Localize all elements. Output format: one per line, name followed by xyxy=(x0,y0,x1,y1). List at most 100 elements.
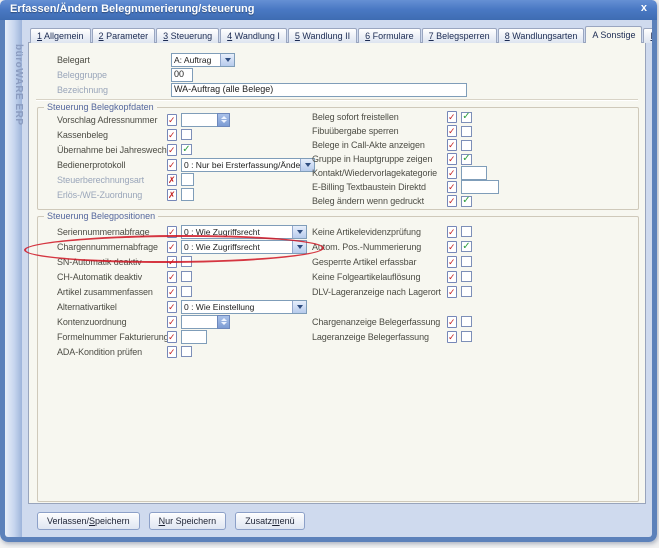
tab-label: Formulare xyxy=(370,31,414,41)
e-billing-textbaustein-direktd-input[interactable] xyxy=(461,180,499,194)
tab-d-wfl-tb[interactable]: D WFL/TB xyxy=(643,28,657,43)
beleggruppe-label: Beleggruppe xyxy=(57,70,171,80)
edit-allowed-icon: ✓ xyxy=(447,331,457,343)
spin-updown-icon[interactable] xyxy=(217,113,230,127)
gesperrte-artikel-erfassbar-label: Gesperrte Artikel erfassbar xyxy=(312,257,447,267)
form-row: Lageranzeige Belegerfassung✓ xyxy=(312,329,634,344)
form-row: Chargenanzeige Belegerfassung✓ xyxy=(312,314,634,329)
lageranzeige-belegerfassung-checkbox[interactable] xyxy=(461,331,472,342)
tab-3-steuerung[interactable]: 3 Steuerung xyxy=(156,28,219,43)
kontakt-wiedervorlagekategorie-input[interactable] xyxy=(461,166,487,180)
formelnummer-fakturierung-input[interactable] xyxy=(181,330,207,344)
beleg-andern-wenn-gedruckt-checkbox[interactable]: ✓ xyxy=(461,196,472,207)
keine-artikelevidenzprufung-checkbox[interactable] xyxy=(461,226,472,237)
status-mark: ✓ xyxy=(168,271,176,283)
status-mark: ✓ xyxy=(168,256,176,268)
status-mark: ✓ xyxy=(168,144,176,156)
screen: Erfassen/Ändern Belegnumerierung/steueru… xyxy=(0,0,659,548)
ch-automatik-deaktiv-label: CH-Automatik deaktiv xyxy=(57,272,167,282)
chargennummernabfrage-label: Chargennummernabfrage xyxy=(57,242,167,252)
status-mark: ✓ xyxy=(168,286,176,298)
gruppe-in-hauptgruppe-zeigen-checkbox[interactable]: ✓ xyxy=(461,154,472,165)
beleg-andern-wenn-gedruckt-label: Beleg ändern wenn gedruckt xyxy=(312,196,447,206)
alternativartikel-dropdown[interactable]: 0 : Wie Einstellung xyxy=(181,300,307,314)
brand-text: büroWARE ERP xyxy=(13,44,24,126)
tab-a-sonstige[interactable]: A Sonstige xyxy=(585,26,642,43)
tab-bar: 1 Allgemein2 Parameter3 Steuerung4 Wandl… xyxy=(30,27,657,43)
bedienerprotokoll-dropdown[interactable]: 0 : Nur bei Ersterfassung/Änderung xyxy=(181,158,315,172)
form-row: Kassenbeleg✓ xyxy=(57,127,309,142)
zusatzmenu-button[interactable]: Zusatzmenü xyxy=(235,512,305,530)
form-row: Übernahme bei Jahreswechsel✓✓ xyxy=(57,142,309,157)
kontenzuordnung-spinner[interactable] xyxy=(181,315,230,329)
tab-label: Wandlung I xyxy=(232,31,280,41)
form-row: Keine Folgeartikelauflösung✓ xyxy=(312,269,634,284)
bezeichnung-label: Bezeichnung xyxy=(57,85,171,95)
status-mark: ✗ xyxy=(168,174,176,186)
belege-in-call-akte-anzeigen-checkbox[interactable] xyxy=(461,140,472,151)
dlv-lageranzeige-nach-lagerort-checkbox[interactable] xyxy=(461,286,472,297)
tab-8-wandlungsarten[interactable]: 8 Wandlungsarten xyxy=(498,28,585,43)
edit-allowed-icon: ✓ xyxy=(447,195,457,207)
status-mark: ✓ xyxy=(168,331,176,343)
chevron-down-icon[interactable] xyxy=(292,301,306,313)
beleg-sofort-freistellen-checkbox[interactable]: ✓ xyxy=(461,112,472,123)
title-bar[interactable]: Erfassen/Ändern Belegnumerierung/steueru… xyxy=(0,0,657,20)
seriennummernabfrage-label: Seriennummernabfrage xyxy=(57,227,167,237)
gesperrte-artikel-erfassbar-checkbox[interactable] xyxy=(461,256,472,267)
belegart-dropdown[interactable]: A: Auftrag xyxy=(171,53,235,67)
chevron-down-icon[interactable] xyxy=(292,241,306,253)
fibuubergabe-sperren-checkbox[interactable] xyxy=(461,126,472,137)
form-row: Erlös-/WE-Zuordnung✗ xyxy=(57,187,309,202)
belegkopfdaten-right-column: Beleg sofort freistellen✓✓Fibuübergabe s… xyxy=(312,110,634,208)
edit-allowed-icon: ✓ xyxy=(167,346,177,358)
form-row: Autom. Pos.-Nummerierung✓✓ xyxy=(312,239,634,254)
chargenanzeige-belegerfassung-checkbox[interactable] xyxy=(461,316,472,327)
sn-automatik-deaktiv-checkbox[interactable] xyxy=(181,256,192,267)
tab-4-wandlung-i[interactable]: 4 Wandlung I xyxy=(220,28,287,43)
vorschlag-adressnummer-input[interactable] xyxy=(181,113,217,127)
autom-pos-nummerierung-checkbox[interactable]: ✓ xyxy=(461,241,472,252)
verlassen-speichern-button[interactable]: Verlassen/Speichern xyxy=(37,512,140,530)
artikel-zusammenfassen-checkbox[interactable] xyxy=(181,286,192,297)
chargennummernabfrage-dropdown[interactable]: 0 : Wie Zugriffsrecht xyxy=(181,240,307,254)
form-row: BezeichnungWA-Auftrag (alle Belege) xyxy=(57,83,617,97)
erlos-we-zuordnung-field xyxy=(181,188,194,201)
ada-kondition-prufen-checkbox[interactable] xyxy=(181,346,192,357)
kassenbeleg-checkbox[interactable] xyxy=(181,129,192,140)
tab-6-formulare[interactable]: 6 Formulare xyxy=(358,28,421,43)
spin-up-glyph xyxy=(221,116,227,119)
spin-down-glyph xyxy=(221,322,227,325)
button-label: ur Speichern xyxy=(165,516,216,526)
seriennummernabfrage-dropdown[interactable]: 0 : Wie Zugriffsrecht xyxy=(181,225,307,239)
nur-speichern-button[interactable]: Nur Speichern xyxy=(149,512,227,530)
spin-down-glyph xyxy=(221,120,227,123)
erlos-we-zuordnung-label: Erlös-/WE-Zuordnung xyxy=(57,190,167,200)
tab-1-allgemein[interactable]: 1 Allgemein xyxy=(30,28,91,43)
chevron-down-icon[interactable] xyxy=(220,54,234,66)
tab-label: Steuerung xyxy=(168,31,212,41)
chevron-down-glyph xyxy=(225,58,231,62)
tab-5-wandlung-ii[interactable]: 5 Wandlung II xyxy=(288,28,357,43)
bezeichnung-input[interactable]: WA-Auftrag (alle Belege) xyxy=(171,83,467,97)
chevron-down-icon[interactable] xyxy=(292,226,306,238)
edit-allowed-icon: ✓ xyxy=(447,125,457,137)
form-row: Formelnummer Fakturierung✓ xyxy=(57,329,309,344)
edit-allowed-icon: ✓ xyxy=(167,316,177,328)
edit-allowed-icon: ✓ xyxy=(447,241,457,253)
vorschlag-adressnummer-spinner[interactable] xyxy=(181,113,230,127)
beleggruppe-input[interactable]: 00 xyxy=(171,68,193,82)
keine-folgeartikelauflosung-checkbox[interactable] xyxy=(461,271,472,282)
tab-7-belegsperren[interactable]: 7 Belegsperren xyxy=(422,28,497,43)
tab-2-parameter[interactable]: 2 Parameter xyxy=(92,28,156,43)
status-mark: ✓ xyxy=(448,195,456,207)
form-row: SN-Automatik deaktiv✓ xyxy=(57,254,309,269)
gruppe-in-hauptgruppe-zeigen-label: Gruppe in Hauptgruppe zeigen xyxy=(312,154,447,164)
bedienerprotokoll-label: Bedienerprotokoll xyxy=(57,160,167,170)
check-mark-icon: ✓ xyxy=(462,112,470,121)
kontenzuordnung-input[interactable] xyxy=(181,315,217,329)
ubernahme-bei-jahreswechsel-checkbox[interactable]: ✓ xyxy=(181,144,192,155)
spin-updown-icon[interactable] xyxy=(217,315,230,329)
close-icon[interactable]: x xyxy=(641,2,647,14)
ch-automatik-deaktiv-checkbox[interactable] xyxy=(181,271,192,282)
